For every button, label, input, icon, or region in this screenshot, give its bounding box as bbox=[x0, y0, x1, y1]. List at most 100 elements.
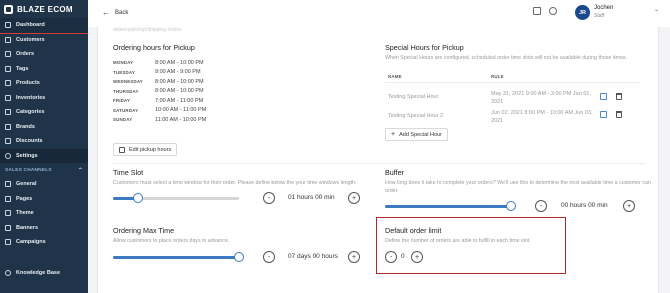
time-slot-decrement-button[interactable]: - bbox=[263, 192, 275, 204]
time-slot-slider[interactable] bbox=[113, 193, 239, 203]
sidebar-item-label: Inventories bbox=[16, 94, 46, 101]
sidebar-item-products[interactable]: Products bbox=[0, 76, 88, 91]
sidebar-item-categories[interactable]: Categories bbox=[0, 105, 88, 120]
hours-row: SUNDAY 11:00 AM - 10:00 PM bbox=[113, 115, 206, 125]
pickup-hours-list: MONDAY 8:00 AM - 10:00 PM TUESDAY 9:00 AM … bbox=[113, 58, 206, 125]
tags-icon bbox=[5, 65, 11, 72]
user-name[interactable]: Jochen bbox=[594, 5, 613, 11]
special-hour-name: Testing Special Hour 2 bbox=[388, 113, 444, 119]
time-range: 10:00 AM - 11:00 PM bbox=[155, 107, 207, 114]
sidebar-item-label: Orders bbox=[16, 51, 35, 58]
sidebar-item-general[interactable]: General bbox=[0, 177, 88, 192]
hours-row: FRIDAY 7:00 AM - 11:00 PM bbox=[113, 96, 206, 106]
sidebar-item-pages[interactable]: Pages bbox=[0, 192, 88, 207]
back-label: Back bbox=[115, 9, 129, 16]
sidebar-item-theme[interactable]: Theme bbox=[0, 206, 88, 221]
column-header-rule: RULE bbox=[491, 74, 504, 79]
slider-handle[interactable] bbox=[133, 193, 144, 203]
max-time-title: Ordering Max Time bbox=[113, 226, 175, 235]
back-button[interactable]: ← Back bbox=[102, 8, 128, 17]
sidebar-item-label: Settings bbox=[16, 152, 38, 159]
special-hour-rule: Jun 02, 2021 8:00 PM - 10:00 AM Jun 03, … bbox=[491, 110, 593, 124]
time-slot-increment-button[interactable]: + bbox=[348, 192, 360, 204]
campaigns-icon bbox=[5, 239, 11, 246]
hours-row: THURSDAY 8:00 AM - 10:00 PM bbox=[113, 87, 206, 97]
day-label: MONDAY bbox=[113, 60, 134, 66]
order-limit-value: 0 bbox=[401, 253, 405, 260]
sidebar-item-tags[interactable]: Tags bbox=[0, 62, 88, 77]
trash-icon[interactable] bbox=[616, 93, 622, 100]
hours-row: SATURDAY 10:00 AM - 11:00 PM bbox=[113, 106, 206, 116]
sidebar-item-inventories[interactable]: Inventories bbox=[0, 91, 88, 106]
categories-icon bbox=[5, 109, 11, 116]
slider-handle[interactable] bbox=[234, 252, 244, 262]
edit-icon bbox=[119, 146, 125, 153]
time-range: 7:00 AM - 11:00 PM bbox=[155, 97, 204, 104]
calendar-icon[interactable] bbox=[533, 7, 541, 15]
max-time-increment-button[interactable]: + bbox=[348, 251, 360, 263]
sidebar-item-label: Theme bbox=[16, 210, 34, 217]
slider-handle[interactable] bbox=[506, 201, 516, 211]
edit-icon[interactable] bbox=[600, 111, 607, 118]
divider bbox=[113, 163, 645, 164]
brand-logo[interactable]: BLAZE ECOM bbox=[0, 0, 88, 18]
order-limit-decrement-button[interactable]: - bbox=[385, 251, 397, 263]
sidebar-item-label: Customers bbox=[16, 36, 45, 43]
time-range: 9:00 AM - 9:00 PM bbox=[155, 69, 201, 76]
arrow-left-icon: ← bbox=[102, 8, 110, 17]
max-time-slider[interactable] bbox=[113, 252, 244, 262]
sidebar-item-label: Products bbox=[16, 80, 40, 87]
sidebar-item-customers[interactable]: Customers bbox=[0, 33, 88, 48]
orders-icon bbox=[5, 51, 11, 58]
sidebar-item-banners[interactable]: Banners bbox=[0, 221, 88, 236]
user-role: Staff bbox=[594, 13, 605, 19]
time-slot-title: Time Slot bbox=[113, 168, 144, 177]
edit-pickup-hours-button[interactable]: Edit pickup hours bbox=[113, 143, 178, 156]
buffer-decrement-button[interactable]: - bbox=[535, 200, 547, 212]
day-label: FRIDAY bbox=[113, 98, 131, 104]
buffer-slider[interactable] bbox=[385, 201, 516, 211]
sidebar-item-label: General bbox=[16, 181, 37, 188]
pickup-hours-title: Ordering hours for Pickup bbox=[113, 43, 195, 52]
buffer-increment-button[interactable]: + bbox=[623, 200, 635, 212]
sidebar-item-settings[interactable]: Settings bbox=[0, 148, 88, 163]
sidebar-item-campaigns[interactable]: Campaigns bbox=[0, 235, 88, 250]
max-time-description: Allow customers to place orders days in … bbox=[113, 238, 230, 244]
brands-icon bbox=[5, 123, 11, 130]
day-label: WEDNESDAY bbox=[113, 79, 143, 85]
day-label: SATURDAY bbox=[113, 107, 139, 113]
sidebar-item-orders[interactable]: Orders bbox=[0, 47, 88, 62]
sidebar-item-discounts[interactable]: Discounts bbox=[0, 134, 88, 149]
discounts-icon bbox=[5, 138, 11, 145]
time-range: 11:00 AM - 10:00 PM bbox=[155, 116, 207, 123]
sales-channels-section[interactable]: SALES CHANNELS ⌃ bbox=[0, 163, 88, 177]
order-limit-increment-button[interactable]: + bbox=[411, 251, 423, 263]
brand-logo-icon bbox=[4, 4, 13, 14]
order-limit-title: Default order limit bbox=[385, 226, 442, 235]
sidebar-item-label: Campaigns bbox=[16, 239, 46, 246]
sidebar-item-dashboard[interactable]: Dashboard bbox=[0, 18, 88, 33]
time-range: 8:00 AM - 10:00 PM bbox=[155, 78, 204, 85]
hours-row: MONDAY 8:00 AM - 10:00 PM bbox=[113, 58, 206, 68]
edit-icon[interactable] bbox=[600, 93, 607, 100]
inventories-icon bbox=[5, 94, 11, 101]
button-label: Edit pickup hours bbox=[129, 146, 172, 153]
time-slot-value: 01 hours 00 min bbox=[288, 194, 335, 201]
avatar[interactable]: JR bbox=[575, 5, 590, 20]
time-slot-description: Customers must select a time window for … bbox=[113, 180, 357, 186]
trash-icon[interactable] bbox=[616, 111, 622, 118]
max-time-value: 07 days 00 hours bbox=[288, 253, 338, 260]
add-special-hour-button[interactable]: + Add Special Hour bbox=[385, 128, 448, 141]
special-hour-name: Testing Special Hour bbox=[388, 94, 439, 100]
refresh-icon[interactable] bbox=[549, 7, 557, 15]
sidebar-item-label: Banners bbox=[16, 224, 39, 231]
max-time-decrement-button[interactable]: - bbox=[263, 251, 275, 263]
sidebar: BLAZE ECOM Dashboard Customers Orders Ta… bbox=[0, 0, 88, 293]
time-range: 8:00 AM - 10:00 PM bbox=[155, 88, 204, 95]
sidebar-item-brands[interactable]: Brands bbox=[0, 120, 88, 135]
slider-fill bbox=[385, 205, 511, 208]
sidebar-item-knowledge-base[interactable]: Knowledge Base bbox=[0, 266, 88, 281]
chevron-up-icon: ⌃ bbox=[77, 167, 83, 174]
top-bar: ← Back JR Jochen Staff ⌄ bbox=[88, 0, 670, 27]
chevron-down-icon[interactable]: ⌄ bbox=[654, 6, 659, 13]
